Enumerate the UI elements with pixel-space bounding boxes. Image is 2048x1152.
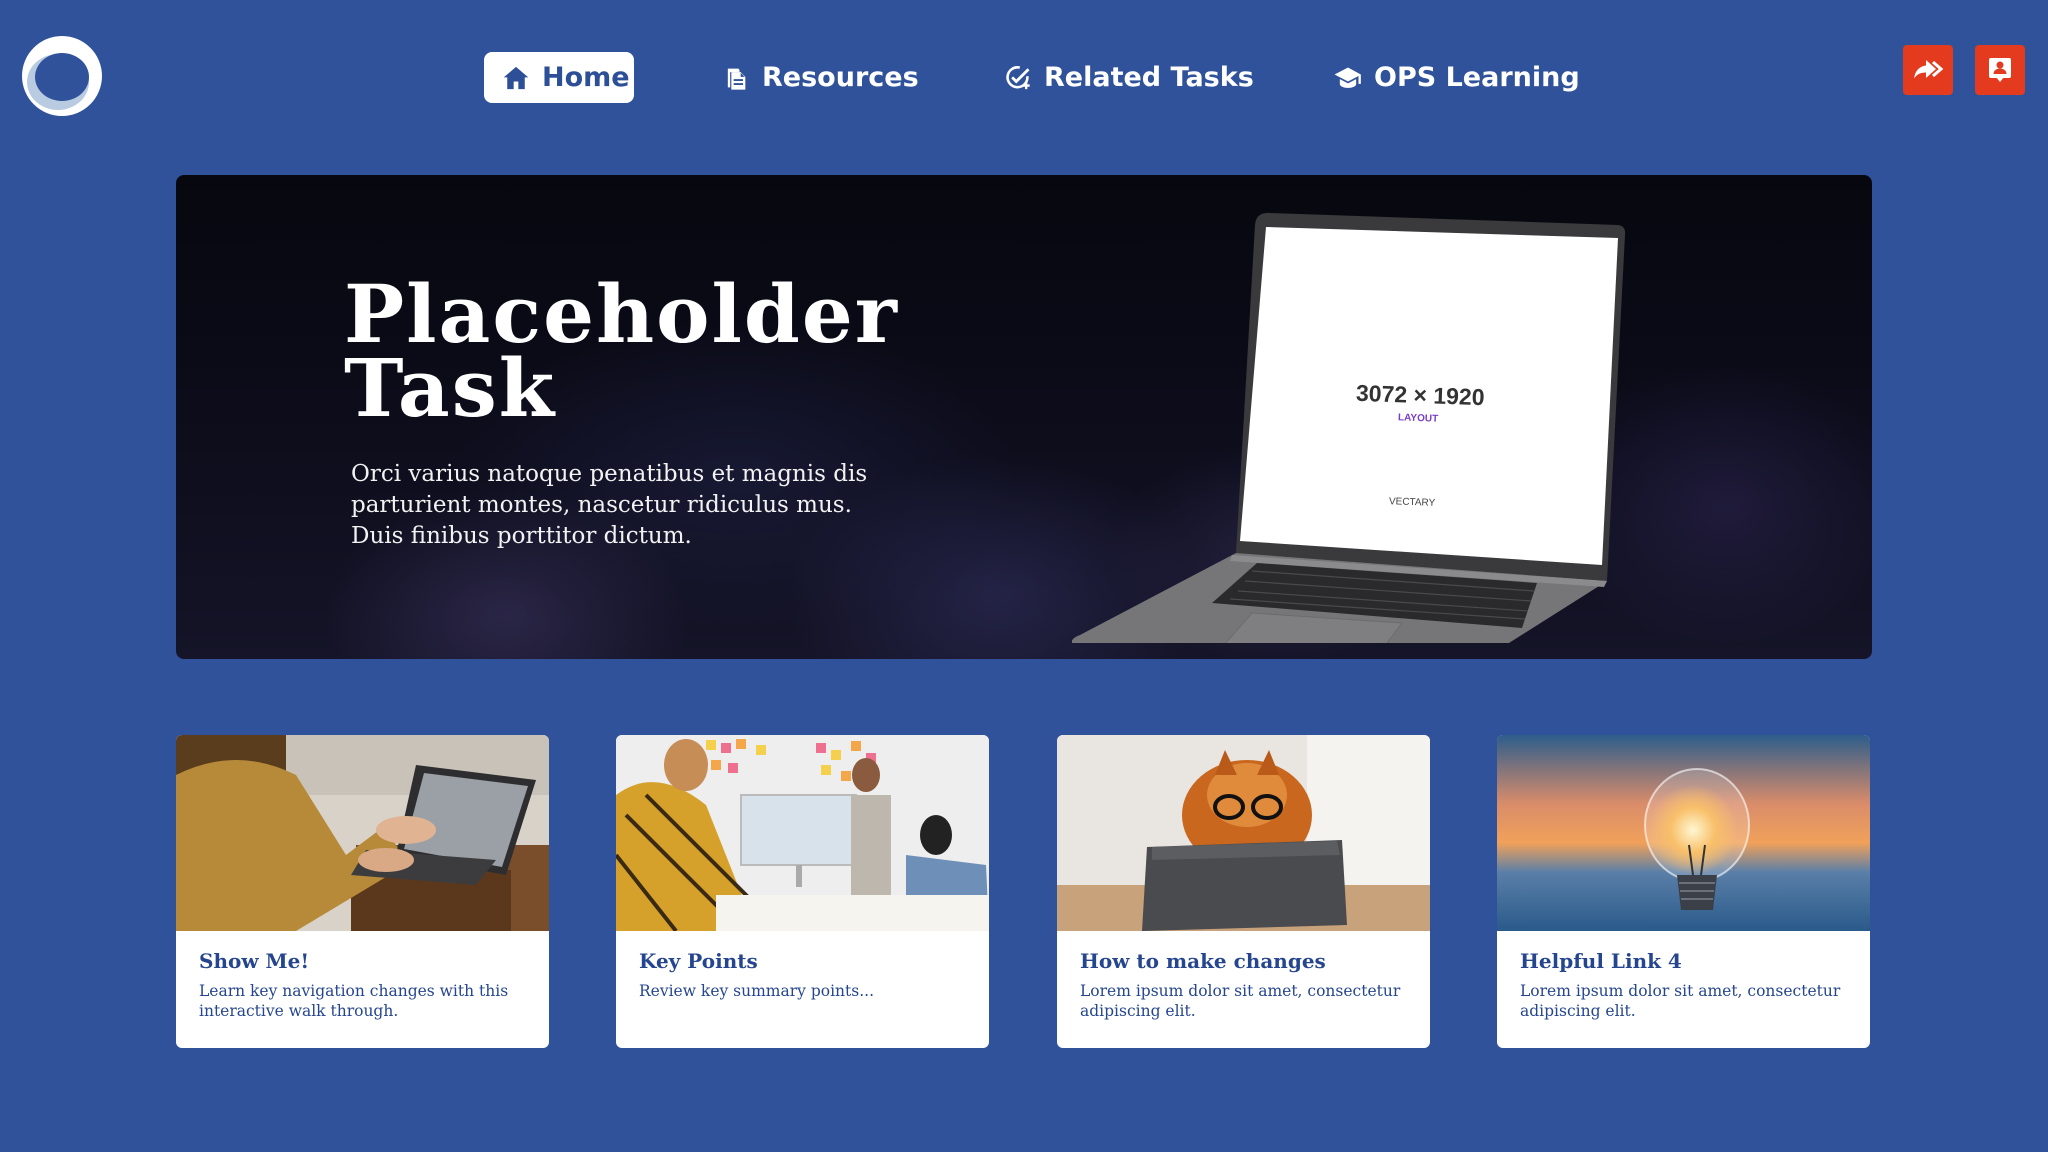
main-nav: Home Resources Related Tasks OPS Learnin… <box>0 52 2048 104</box>
home-icon <box>503 66 529 89</box>
screen-brand-text: VECTARY <box>1389 496 1436 509</box>
typing-laptop-photo <box>176 735 549 931</box>
share-forward-icon <box>1914 60 1944 79</box>
nav-related-tasks[interactable]: Related Tasks <box>986 52 1272 103</box>
contact-card-icon <box>1989 58 2011 82</box>
nav-home-label: Home <box>542 62 630 93</box>
card-show-me[interactable]: Show Me! Learn key navigation changes wi… <box>176 735 549 1048</box>
hero-title: Placeholder Task <box>344 267 899 435</box>
card-description: Lorem ipsum dolor sit amet, consectetur … <box>1520 982 1841 1020</box>
card-how-to-make-changes[interactable]: How to make changes Lorem ipsum dolor si… <box>1057 735 1430 1048</box>
nav-resources-label: Resources <box>762 62 919 93</box>
screen-layout-text: LAYOUT <box>1398 412 1439 424</box>
dog-with-tablet-photo <box>1057 735 1430 931</box>
share-button[interactable] <box>1903 45 1953 95</box>
card-description: Lorem ipsum dolor sit amet, consectetur … <box>1080 982 1401 1020</box>
card-description: Learn key navigation changes with this i… <box>199 982 509 1020</box>
card-title: How to make changes <box>1080 949 1326 973</box>
lightbulb-sunset-photo <box>1497 735 1870 931</box>
nav-home[interactable]: Home <box>484 52 634 103</box>
card-title: Key Points <box>639 949 758 973</box>
nav-ops-learning[interactable]: OPS Learning <box>1316 52 1598 103</box>
hero-banner: Placeholder Task Orci varius natoque pen… <box>176 175 1872 659</box>
screen-size-text: 3072 × 1920 <box>1356 380 1485 410</box>
nav-resources[interactable]: Resources <box>704 52 937 103</box>
graduation-cap-icon <box>1334 67 1361 88</box>
card-helpful-link-4[interactable]: Helpful Link 4 Lorem ipsum dolor sit ame… <box>1497 735 1870 1048</box>
card-title: Show Me! <box>199 949 310 973</box>
document-icon <box>727 68 746 90</box>
card-key-points[interactable]: Key Points Review key summary points... <box>616 735 989 1048</box>
laptop-image: 3072 × 1920 LAYOUT VECTARY <box>1072 212 1626 643</box>
check-badge-icon <box>1006 65 1030 89</box>
hero-description: Orci varius natoque penatibus et magnis … <box>351 461 868 549</box>
nav-ops-learning-label: OPS Learning <box>1374 62 1580 93</box>
card-description: Review key summary points... <box>639 982 874 1000</box>
card-title: Helpful Link 4 <box>1520 949 1682 973</box>
nav-related-tasks-label: Related Tasks <box>1044 62 1254 93</box>
contact-button[interactable] <box>1975 45 2025 95</box>
meeting-whiteboard-photo <box>616 735 989 931</box>
